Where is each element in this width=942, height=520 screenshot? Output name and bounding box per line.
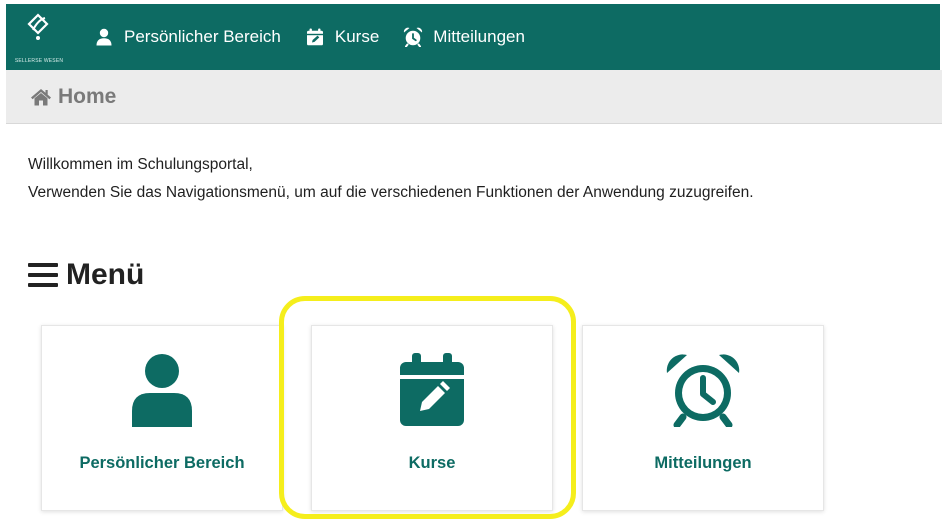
alarm-clock-icon — [403, 27, 423, 47]
breadcrumb: Home — [6, 70, 942, 124]
logo-text: SELLERSE WESEN — [14, 58, 64, 64]
nav-item-label: Mitteilungen — [433, 27, 525, 46]
menu-card-label: Mitteilungen — [654, 454, 752, 472]
menu-heading-label: Menü — [66, 258, 145, 291]
welcome-text: Willkommen im Schulungsportal, Verwenden… — [28, 151, 928, 207]
calendar-edit-icon — [399, 353, 465, 427]
nav-item-label: Persönlicher Bereich — [124, 27, 281, 46]
menu-card-label: Persönlicher Bereich — [79, 454, 245, 472]
alarm-clock-icon — [665, 353, 741, 427]
menu-card-label: Kurse — [408, 454, 456, 472]
hamburger-icon — [28, 263, 58, 287]
user-icon — [94, 27, 114, 47]
welcome-line-2: Verwenden Sie das Navigationsmenü, um au… — [28, 184, 754, 201]
nav-item-courses[interactable]: Kurse — [305, 4, 379, 70]
nav-item-label: Kurse — [334, 27, 380, 46]
menu-card-notifications[interactable]: Mitteilungen — [582, 325, 824, 511]
brand-logo[interactable]: SELLERSE WESEN — [6, 4, 70, 70]
top-navbar: SELLERSE WESEN Persönlicher Bereich Kurs… — [6, 4, 940, 70]
logo-icon — [27, 13, 49, 40]
home-icon — [30, 87, 52, 107]
menu-card-courses[interactable]: Kurse — [311, 325, 553, 511]
calendar-edit-icon — [305, 27, 325, 47]
menu-card-personal-area[interactable]: Persönlicher Bereich — [41, 325, 283, 511]
welcome-line-1: Willkommen im Schulungsportal, — [28, 156, 253, 173]
breadcrumb-home-link[interactable]: Home — [58, 85, 116, 109]
user-icon — [130, 353, 194, 427]
nav-item-notifications[interactable]: Mitteilungen — [403, 4, 525, 70]
menu-heading: Menü — [28, 258, 144, 292]
nav-item-personal-area[interactable]: Persönlicher Bereich — [94, 4, 281, 70]
